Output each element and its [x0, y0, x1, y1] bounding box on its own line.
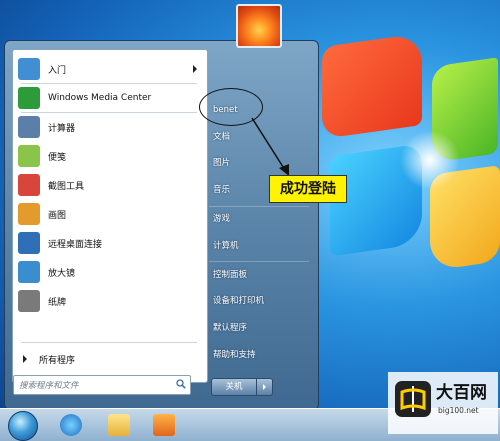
program-item[interactable]: 截图工具	[15, 172, 203, 198]
right-item-games[interactable]: 游戏	[213, 209, 230, 229]
sticky-notes-icon	[18, 145, 40, 167]
callout-label: 成功登陆	[269, 175, 347, 203]
right-item-computer[interactable]: 计算机	[213, 236, 239, 256]
right-item-pictures[interactable]: 图片	[213, 153, 230, 173]
watermark: 大百网 big100.net	[388, 372, 498, 434]
program-item[interactable]: 放大镜	[15, 259, 203, 285]
program-label: 计算器	[48, 123, 76, 134]
program-item[interactable]: 画图	[15, 201, 203, 227]
program-item[interactable]: Windows Media Center	[15, 85, 203, 111]
search-placeholder: 搜索程序和文件	[19, 381, 79, 391]
search-icon[interactable]	[176, 379, 186, 389]
program-label: 入门	[48, 65, 67, 76]
program-label: 截图工具	[48, 181, 85, 192]
highlight-ellipse	[199, 88, 263, 126]
search-input[interactable]: 搜索程序和文件	[13, 375, 191, 395]
separator	[209, 261, 309, 262]
wallpaper-glow	[400, 130, 460, 190]
submenu-arrow-icon[interactable]	[193, 65, 197, 73]
chevron-right-icon	[263, 384, 266, 390]
right-item-control-panel[interactable]: 控制面板	[213, 265, 247, 285]
getting-started-icon	[18, 58, 40, 80]
program-label: 画图	[48, 210, 67, 221]
separator	[209, 206, 309, 207]
program-item[interactable]: 远程桌面连接	[15, 230, 203, 256]
program-label: 纸牌	[48, 297, 67, 308]
brand-url: big100.net	[438, 406, 479, 415]
internet-explorer-icon[interactable]	[60, 414, 82, 436]
program-label: 放大镜	[48, 268, 76, 279]
remote-desktop-icon	[18, 232, 40, 254]
separator	[21, 83, 197, 84]
program-item[interactable]: 纸牌	[15, 288, 203, 314]
right-item-music[interactable]: 音乐	[213, 180, 230, 200]
file-explorer-icon[interactable]	[108, 414, 130, 436]
program-label: 远程桌面连接	[48, 239, 103, 250]
right-item-default-programs[interactable]: 默认程序	[213, 318, 247, 338]
snipping-tool-icon	[18, 174, 40, 196]
shutdown-label: 关机	[225, 382, 243, 392]
paint-icon	[18, 203, 40, 225]
brand-logo-icon	[395, 381, 431, 417]
solitaire-icon	[18, 290, 40, 312]
calculator-icon	[18, 116, 40, 138]
right-item-documents[interactable]: 文档	[213, 127, 230, 147]
brand-title: 大百网	[436, 383, 487, 403]
shutdown-button[interactable]: 关机	[211, 378, 273, 396]
user-avatar[interactable]	[236, 4, 282, 48]
right-item-devices-printers[interactable]: 设备和打印机	[213, 291, 264, 311]
start-menu: 入门 Windows Media Center 计算器便笺截图工具画图远程桌面连接放…	[4, 40, 319, 410]
triangle-right-icon	[23, 355, 27, 363]
right-item-help-support[interactable]: 帮助和支持	[213, 345, 256, 365]
program-label: 便笺	[48, 152, 67, 163]
media-center-icon	[18, 87, 40, 109]
program-label: Windows Media Center	[48, 93, 152, 103]
all-programs-button[interactable]: 所有程序	[17, 350, 201, 368]
program-item[interactable]: 计算器	[15, 114, 203, 140]
start-button[interactable]	[8, 411, 38, 441]
magnifier-icon	[18, 261, 40, 283]
windows-flag-red	[322, 32, 422, 140]
shutdown-options-arrow[interactable]	[256, 379, 272, 395]
start-menu-programs-pane: 入门 Windows Media Center 计算器便笺截图工具画图远程桌面连接放…	[12, 49, 208, 383]
all-programs-label: 所有程序	[39, 355, 76, 366]
separator	[21, 112, 197, 113]
program-item[interactable]: 入门	[15, 56, 203, 82]
media-player-icon[interactable]	[153, 414, 175, 436]
program-item[interactable]: 便笺	[15, 143, 203, 169]
separator	[21, 342, 197, 343]
